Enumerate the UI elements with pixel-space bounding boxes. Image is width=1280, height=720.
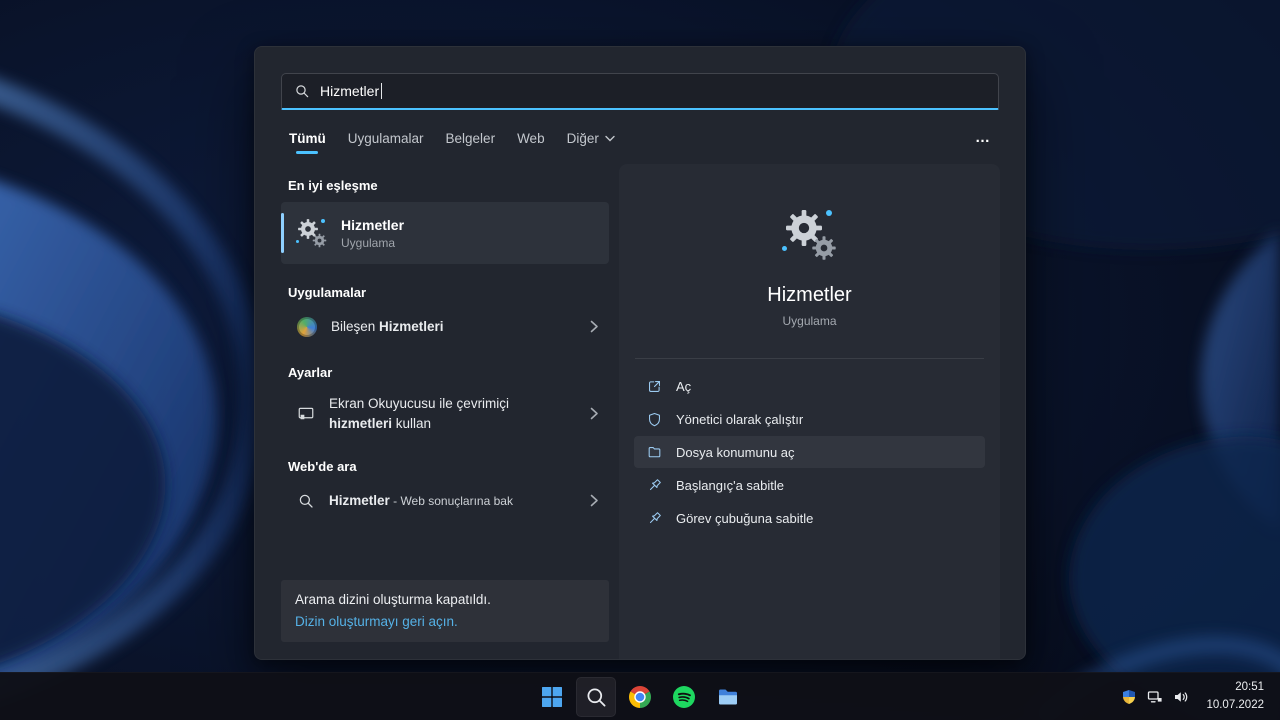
tab-web[interactable]: Web xyxy=(517,131,545,158)
file-explorer-button[interactable] xyxy=(708,677,748,717)
volume-tray-icon[interactable] xyxy=(1168,677,1194,717)
settings-section-header: Ayarlar xyxy=(288,365,333,380)
chevron-down-icon xyxy=(605,135,615,142)
spotify-button[interactable] xyxy=(664,677,704,717)
best-match-title: Hizmetler xyxy=(341,216,405,233)
ethernet-network-icon xyxy=(1148,690,1163,702)
action-run-as-admin[interactable]: Yönetici olarak çalıştır xyxy=(634,403,985,435)
results-column: En iyi eşleşme Hizmetler Uygulama Uygula… xyxy=(281,164,609,659)
time-text: 20:51 xyxy=(1235,681,1264,694)
taskbar: 20:51 10.07.2022 xyxy=(0,672,1280,720)
network-tray-icon[interactable] xyxy=(1142,677,1168,717)
result-component-services[interactable]: Bileşen Hizmetleri xyxy=(281,309,609,344)
speaker-icon xyxy=(1175,691,1188,702)
best-match-subtitle: Uygulama xyxy=(341,235,396,250)
security-shield-icon xyxy=(1123,689,1136,704)
search-icon xyxy=(299,494,313,508)
chevron-right-icon xyxy=(590,407,599,420)
selection-indicator xyxy=(281,213,284,253)
web-section-header: Web'de ara xyxy=(288,459,357,475)
tab-more-filters[interactable]: Diğer xyxy=(567,131,615,158)
pin-icon xyxy=(649,478,661,490)
action-open-file-location[interactable]: Dosya konumunu aç xyxy=(634,436,985,468)
tab-documents[interactable]: Belgeler xyxy=(446,131,496,158)
result-screen-reader-setting[interactable]: Ekran Okuyucusu ile çevrimiçi hizmetleri… xyxy=(281,389,609,438)
indexing-notice-link[interactable]: Dizin oluşturmayı geri açın. xyxy=(295,614,595,629)
security-shield-tray-icon[interactable] xyxy=(1116,677,1142,717)
chrome-button[interactable] xyxy=(620,677,660,717)
best-match-item[interactable]: Hizmetler Uygulama xyxy=(281,202,609,264)
preview-actions: Aç Yönetici olarak çalıştır Dosya konumu… xyxy=(619,363,1000,535)
search-input[interactable]: Hizmetler xyxy=(281,73,999,110)
pin-icon xyxy=(649,511,661,523)
chevron-right-icon xyxy=(590,494,599,507)
result-web-search[interactable]: Hizmetler - Web sonuçlarına bak xyxy=(281,483,609,518)
windows-logo-icon xyxy=(542,687,562,707)
open-icon xyxy=(649,380,660,392)
date-text: 10.07.2022 xyxy=(1206,698,1264,711)
action-pin-to-taskbar[interactable]: Görev çubuğuna sabitle xyxy=(634,502,985,534)
chevron-right-icon xyxy=(590,320,599,333)
desktop: Hizmetler Tümü Uygulamalar Belgeler Web … xyxy=(0,0,1280,720)
divider xyxy=(635,358,984,359)
more-options-button[interactable]: … xyxy=(975,129,991,158)
start-button[interactable] xyxy=(532,677,572,717)
file-explorer-icon xyxy=(719,689,737,705)
search-flyout: Hizmetler Tümü Uygulamalar Belgeler Web … xyxy=(254,46,1026,660)
search-taskbar-button[interactable] xyxy=(576,677,616,717)
search-icon xyxy=(587,688,606,707)
search-query-text: Hizmetler xyxy=(320,83,380,99)
apps-section-header: Uygulamalar xyxy=(288,285,367,300)
services-gear-icon xyxy=(296,217,328,249)
admin-shield-icon xyxy=(649,412,660,426)
indexing-notice-text: Arama dizini oluşturma kapatıldı. xyxy=(295,592,491,607)
folder-icon xyxy=(648,446,661,457)
taskbar-center-icons xyxy=(532,677,748,717)
tab-all[interactable]: Tümü xyxy=(289,131,326,158)
indexing-notice: Arama dizini oluşturma kapatıldı. Dizin … xyxy=(281,580,609,642)
preview-pane: Hizmetler Uygulama Aç Yönetici olarak ça… xyxy=(619,164,1000,659)
spotify-icon xyxy=(673,686,695,708)
search-results-area: En iyi eşleşme Hizmetler Uygulama Uygula… xyxy=(255,158,1025,659)
clock[interactable]: 20:51 10.07.2022 xyxy=(1202,677,1268,716)
preview-subtitle: Uygulama xyxy=(782,314,837,328)
best-match-header: En iyi eşleşme xyxy=(288,178,378,193)
screen-reader-icon xyxy=(298,407,314,419)
tab-apps[interactable]: Uygulamalar xyxy=(348,131,424,158)
services-gear-icon-large xyxy=(781,206,838,262)
action-pin-to-start[interactable]: Başlangıç'a sabitle xyxy=(634,469,985,501)
action-open[interactable]: Aç xyxy=(634,370,985,402)
text-caret xyxy=(381,83,383,99)
chrome-icon xyxy=(629,686,651,708)
system-tray: 20:51 10.07.2022 xyxy=(1116,673,1278,720)
search-filter-tabs: Tümü Uygulamalar Belgeler Web Diğer … xyxy=(289,125,991,158)
component-services-icon xyxy=(297,316,317,337)
preview-title: Hizmetler xyxy=(767,284,852,306)
search-icon xyxy=(296,85,309,98)
